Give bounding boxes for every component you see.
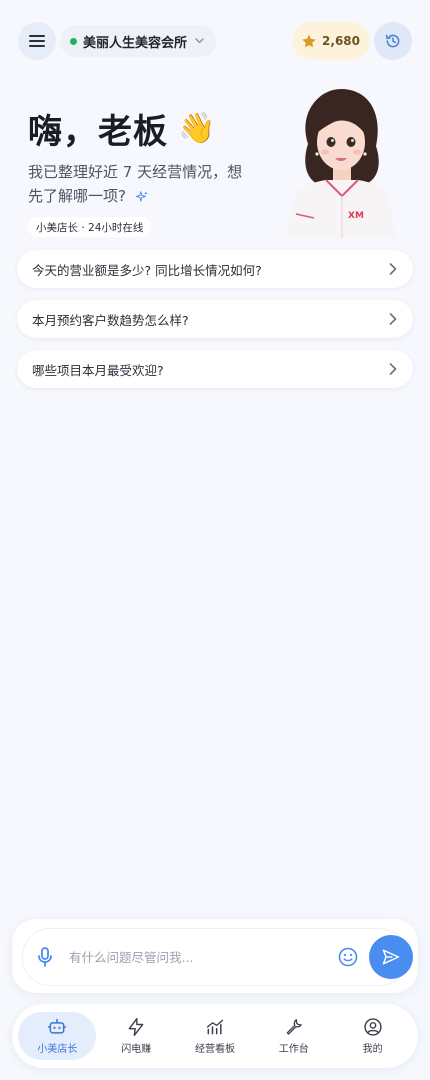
send-icon [382,949,400,965]
tab-label: 工作台 [278,1044,309,1055]
tab-label: 小美店长 [37,1044,78,1055]
sparkle-icon [135,190,148,202]
top-bar: 美丽人生美容会所 2,680 [18,22,412,60]
chevron-down-icon [195,38,204,44]
tab-label: 经营看板 [194,1044,235,1055]
tab-flash-earn[interactable]: 闪电赚 [97,1012,175,1060]
tab-workbench[interactable]: 工作台 [255,1012,333,1060]
online-status-dot [70,37,77,45]
points-badge[interactable]: 2,680 [292,22,370,60]
hamburger-icon [29,35,45,47]
points-value: 2,680 [322,34,360,48]
chart-icon [206,1019,224,1035]
question-card[interactable]: 哪些项目本月最受欢迎? [17,350,413,388]
question-text: 哪些项目本月最受欢迎? [32,362,164,378]
tab-profile[interactable]: 我的 [334,1012,412,1060]
user-icon [363,1018,382,1036]
store-selector[interactable]: 美丽人生美容会所 [60,25,217,57]
send-button[interactable] [369,935,413,979]
tab-assistant[interactable]: 小美店长 [18,1012,97,1060]
store-name: 美丽人生美容会所 [83,35,188,51]
greeting-title: 嗨，老板 👋 [28,104,216,153]
tab-label: 我的 [362,1044,383,1055]
assistant-online-badge: 小美店长 · 24小时在线 [28,217,152,237]
question-card[interactable]: 今天的营业额是多少? 同比增长情况如何? [17,250,413,288]
chevron-right-icon [389,363,397,375]
emoji-button[interactable] [331,947,365,967]
voice-input-button[interactable] [23,947,67,967]
tab-dashboard[interactable]: 经营看板 [176,1012,254,1060]
waving-hand-icon: 👋 [178,111,217,146]
bottom-tab-bar: 小美店长 闪电赚 经营看板 工作台 我的 [12,1004,418,1068]
chat-composer [12,919,418,993]
microphone-icon [38,947,52,967]
chevron-right-icon [389,313,397,325]
assistant-avatar: XM [286,89,396,238]
wrench-icon [286,1019,302,1035]
star-icon [302,34,316,47]
question-text: 本月预约客户数趋势怎么样? [32,312,189,328]
history-button[interactable] [374,22,412,60]
menu-button[interactable] [18,22,56,60]
robot-icon [48,1018,67,1034]
suggested-questions: 今天的营业额是多少? 同比增长情况如何? 本月预约客户数趋势怎么样? 哪些项目本… [17,250,413,400]
history-icon [385,34,400,48]
smiley-icon [338,947,358,967]
lightning-icon [128,1017,144,1037]
chat-input-bar [22,928,413,986]
greeting-subtitle: 我已整理好近 7 天经营情况，想先了解哪一项? [28,160,253,208]
hero-section: 嗨，老板 👋 我已整理好近 7 天经营情况，想先了解哪一项? 小美店长 · 24… [18,84,412,238]
question-text: 今天的营业额是多少? 同比增长情况如何? [32,262,262,278]
avatar-logo-text: XM [348,211,364,221]
tab-label: 闪电赚 [121,1044,152,1055]
chat-input[interactable] [67,948,331,966]
chevron-right-icon [389,263,397,275]
question-card[interactable]: 本月预约客户数趋势怎么样? [17,300,413,338]
greeting-text: 嗨，老板 [28,112,168,152]
